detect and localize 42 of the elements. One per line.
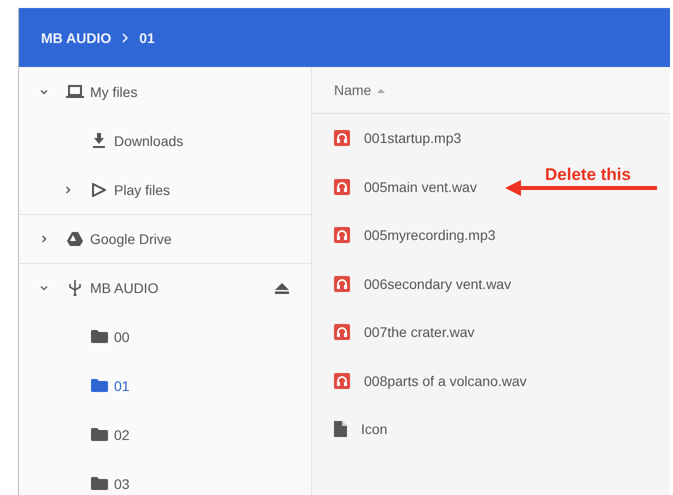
headphones-icon bbox=[334, 324, 350, 340]
breadcrumb-item[interactable]: 01 bbox=[139, 30, 155, 46]
download-icon bbox=[92, 133, 106, 148]
headphones-icon bbox=[334, 130, 350, 146]
eject-icon[interactable] bbox=[275, 282, 289, 294]
play-icon bbox=[92, 182, 106, 196]
headphones-icon bbox=[334, 178, 350, 195]
arrow-icon bbox=[505, 180, 657, 196]
headphones-icon bbox=[334, 276, 350, 292]
chevron-icon[interactable] bbox=[39, 283, 49, 293]
file-name[interactable]: 008parts of a volcano.wav bbox=[364, 372, 527, 389]
file-name[interactable]: 006secondary vent.wav bbox=[364, 276, 512, 292]
triangle-icon bbox=[67, 232, 83, 246]
file-name[interactable]: 007the crater.wav bbox=[364, 324, 475, 340]
chevron-icon[interactable] bbox=[39, 234, 49, 244]
sidebar-item[interactable]: 03 bbox=[19, 459, 311, 495]
sidebar-item[interactable]: 02 bbox=[19, 410, 311, 459]
file-name[interactable]: 005main vent.wav bbox=[364, 178, 477, 195]
sidebar-item[interactable]: 01 bbox=[19, 361, 311, 410]
sidebar-item[interactable]: 00 bbox=[19, 312, 311, 361]
chevron-icon[interactable] bbox=[63, 184, 73, 194]
usb-icon bbox=[69, 280, 81, 296]
sidebar-item[interactable]: Play files bbox=[19, 165, 311, 214]
column-header[interactable]: Name bbox=[334, 82, 386, 98]
sidebar-item[interactable]: My files bbox=[19, 67, 311, 116]
folder-icon bbox=[90, 379, 108, 392]
sidebar-item[interactable]: MB AUDIO bbox=[19, 263, 311, 312]
annotation-text: Delete this bbox=[545, 164, 631, 184]
breadcrumb-item[interactable]: MB AUDIO bbox=[41, 30, 112, 46]
file-name[interactable]: Icon bbox=[361, 421, 388, 438]
chevron-icon bbox=[121, 32, 130, 42]
file-name[interactable]: 001startup.mp3 bbox=[364, 130, 462, 146]
headphones-icon bbox=[334, 227, 350, 244]
file-name[interactable]: 005myrecording.mp3 bbox=[364, 227, 496, 244]
sidebar-item[interactable]: Google Drive bbox=[19, 214, 311, 263]
folder-icon bbox=[90, 428, 108, 441]
folder-icon bbox=[90, 477, 108, 490]
folder-icon bbox=[90, 330, 108, 343]
headphones-icon bbox=[334, 372, 350, 389]
sidebar-item[interactable]: Downloads bbox=[19, 116, 311, 165]
file-icon bbox=[334, 421, 347, 438]
laptop-icon bbox=[66, 84, 84, 98]
